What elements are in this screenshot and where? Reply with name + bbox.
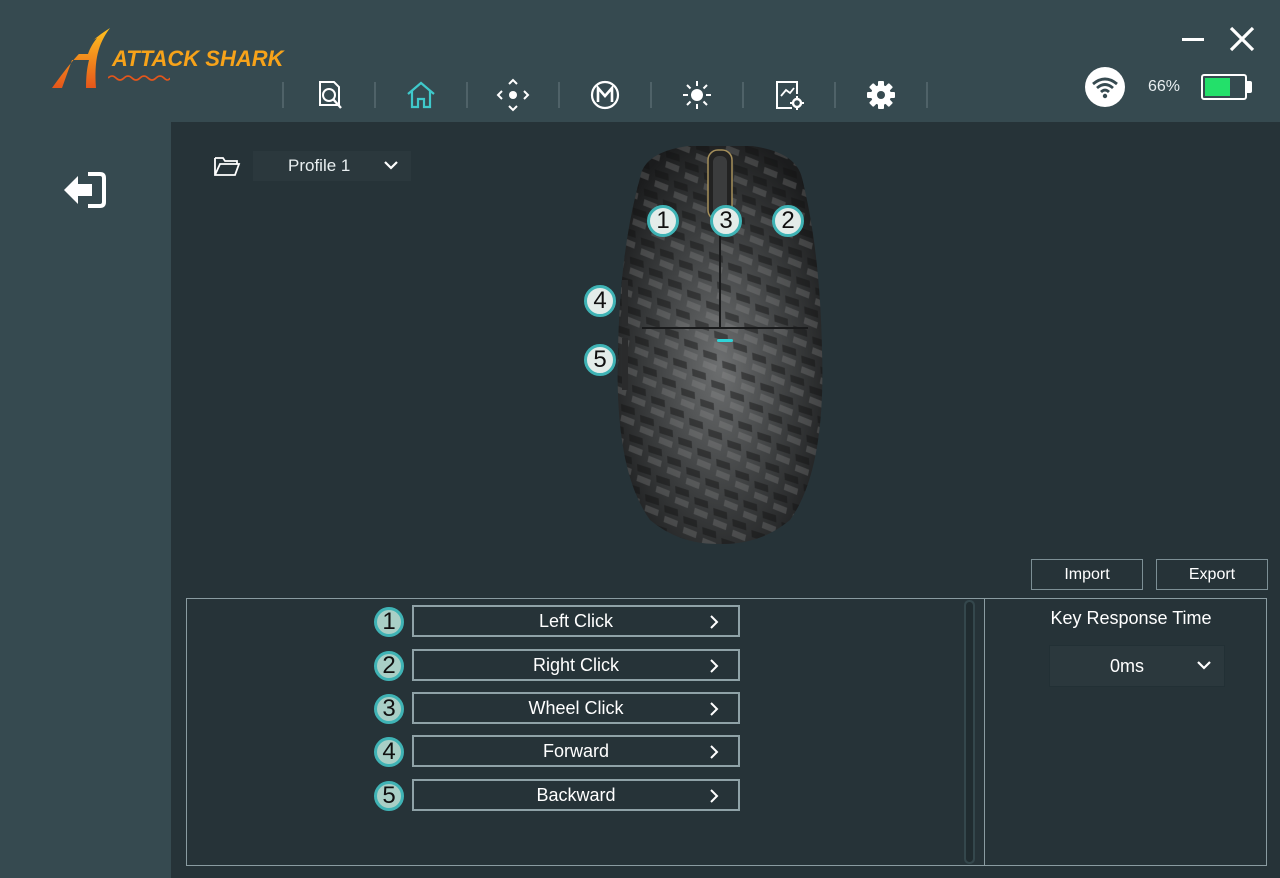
nav-advanced-settings[interactable]	[744, 70, 834, 120]
row-number-3: 3	[374, 694, 404, 724]
button-1-label: Left Click	[538, 610, 614, 631]
chevron-right-icon	[710, 702, 719, 716]
button-assignment-panel	[186, 598, 1267, 866]
key-response-value: 0ms	[1110, 655, 1145, 676]
row-number-2: 2	[374, 651, 404, 681]
chevron-right-icon	[710, 745, 719, 759]
scroll-thumb[interactable]	[966, 602, 973, 862]
button-1-assignment[interactable]: Left Click	[412, 605, 740, 637]
sign-in-arrow-icon	[64, 172, 106, 208]
battery-level	[1205, 78, 1230, 96]
row-number-5: 5	[374, 781, 404, 811]
connection-status	[1085, 67, 1125, 107]
row-number-1: 1	[374, 607, 404, 637]
profile-name: Profile 1	[288, 156, 351, 175]
close-icon	[1229, 26, 1255, 52]
crosshair-icon	[496, 78, 530, 112]
minimize-icon	[1182, 38, 1204, 41]
import-button[interactable]: Import	[1031, 559, 1143, 590]
button-5-assignment[interactable]: Backward	[412, 779, 740, 811]
button-3-label: Wheel Click	[528, 697, 624, 718]
mouse-image	[617, 146, 823, 545]
shark-fin-logo-icon	[52, 28, 110, 88]
mouse-badge-2: 2	[772, 205, 804, 237]
panel-divider	[984, 598, 985, 866]
button-2-label: Right Click	[532, 654, 620, 675]
back-button[interactable]	[60, 168, 110, 212]
folder-icon[interactable]	[213, 154, 241, 178]
chevron-down-icon	[384, 161, 398, 170]
main-nav	[282, 70, 928, 120]
brand-logo: ATTACK SHARK	[50, 26, 300, 92]
chevron-right-icon	[710, 659, 719, 673]
minimize-button[interactable]	[1176, 22, 1210, 56]
home-icon	[407, 81, 435, 109]
button-4-assignment[interactable]: Forward	[412, 735, 740, 767]
chevron-down-icon	[1197, 661, 1211, 670]
close-button[interactable]	[1225, 22, 1259, 56]
row-number-4: 4	[374, 737, 404, 767]
button-3-assignment[interactable]: Wheel Click	[412, 692, 740, 724]
nav-lighting[interactable]	[652, 70, 742, 120]
key-response-title: Key Response Time	[1050, 608, 1212, 628]
mouse-badge-4: 4	[584, 285, 616, 317]
mouse-badge-1: 1	[647, 205, 679, 237]
sidebar	[0, 122, 171, 878]
nav-divider	[926, 82, 928, 108]
battery-percentage: 66%	[1148, 78, 1181, 95]
gear-icon	[867, 81, 895, 109]
mouse-badge-3: 3	[710, 205, 742, 237]
button-2-assignment[interactable]: Right Click	[412, 649, 740, 681]
nav-device-info[interactable]	[284, 70, 374, 120]
wave-underline-icon	[108, 75, 170, 81]
nav-settings[interactable]	[836, 70, 926, 120]
chart-gear-icon	[776, 81, 804, 110]
chevron-right-icon	[710, 789, 719, 803]
button-5-label: Backward	[536, 784, 616, 805]
brand-name: ATTACK SHARK	[112, 46, 284, 71]
search-document-icon	[319, 81, 342, 109]
nav-home[interactable]	[376, 70, 466, 120]
nav-macro[interactable]	[560, 70, 650, 120]
mouse-badge-5: 5	[584, 344, 616, 376]
profile-dropdown[interactable]: Profile 1	[253, 151, 411, 181]
battery-icon	[1201, 74, 1247, 100]
brightness-icon	[683, 81, 711, 109]
battery-tip	[1247, 81, 1252, 93]
scrollbar[interactable]	[964, 600, 975, 864]
button-4-label: Forward	[542, 740, 609, 761]
key-response-dropdown[interactable]: 0ms	[1049, 645, 1225, 687]
macro-m-icon	[590, 80, 620, 110]
wifi-icon	[1092, 77, 1118, 99]
export-button[interactable]: Export	[1156, 559, 1268, 590]
nav-performance[interactable]	[468, 70, 558, 120]
chevron-right-icon	[710, 615, 719, 629]
